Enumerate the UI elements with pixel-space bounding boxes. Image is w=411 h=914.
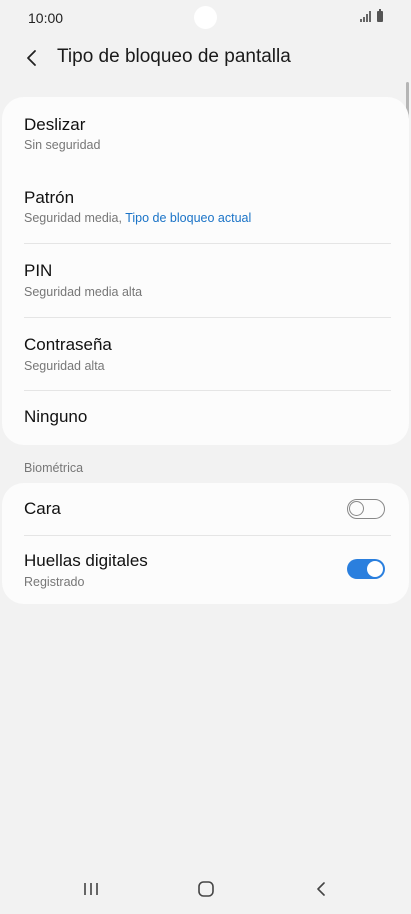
biometrics-list: Cara Huellas digitales Registrado [2,483,409,604]
list-item-contrasena[interactable]: Contraseña Seguridad alta [2,318,409,391]
current-lock-label: Tipo de bloqueo actual [125,211,252,225]
toggle-knob [367,561,383,577]
navigation-bar [0,858,411,914]
home-icon[interactable] [194,878,218,900]
list-item-ninguno[interactable]: Ninguno [2,391,409,445]
face-toggle[interactable] [347,499,385,519]
app-header: Tipo de bloqueo de pantalla [0,38,411,78]
section-label-biometrics: Biométrica [24,461,84,475]
lock-type-list: Deslizar Sin seguridad Patrón Seguridad … [2,97,409,445]
fingerprint-toggle[interactable] [347,559,385,579]
list-item-subtitle: Seguridad media alta [24,285,143,299]
back-icon[interactable] [309,878,333,900]
toggle-knob [349,501,364,516]
list-item-huellas[interactable]: Huellas digitales Registrado [2,536,409,604]
list-item-title: Huellas digitales [24,551,148,570]
recents-icon[interactable] [79,878,103,900]
list-item-subtitle: Seguridad alta [24,359,105,373]
status-bar: 10:00 [0,0,411,36]
list-item-title: Contraseña [24,335,112,354]
list-item-subtitle: Seguridad media, Tipo de bloqueo actual [24,211,251,225]
list-item-title: Deslizar [24,115,86,134]
list-item-title: PIN [24,261,53,280]
list-item-pin[interactable]: PIN Seguridad media alta [2,244,409,317]
list-item-patron[interactable]: Patrón Seguridad media, Tipo de bloqueo … [2,171,409,244]
signal-icon [360,11,371,22]
battery-icon [377,9,383,22]
list-item-cara[interactable]: Cara [2,483,409,535]
list-item-subtitle-text: Seguridad media, [24,211,126,225]
list-item-title: Patrón [24,188,75,207]
list-item-subtitle: Sin seguridad [24,138,101,152]
chevron-left-icon[interactable] [22,48,42,68]
camera-cutout [194,6,217,29]
status-icons [360,9,383,22]
list-item-deslizar[interactable]: Deslizar Sin seguridad [2,97,409,170]
list-item-title: Ninguno [24,407,88,426]
list-item-subtitle: Registrado [24,575,85,589]
list-item-title: Cara [24,499,61,518]
status-time: 10:00 [28,10,64,26]
page-title: Tipo de bloqueo de pantalla [57,46,291,67]
